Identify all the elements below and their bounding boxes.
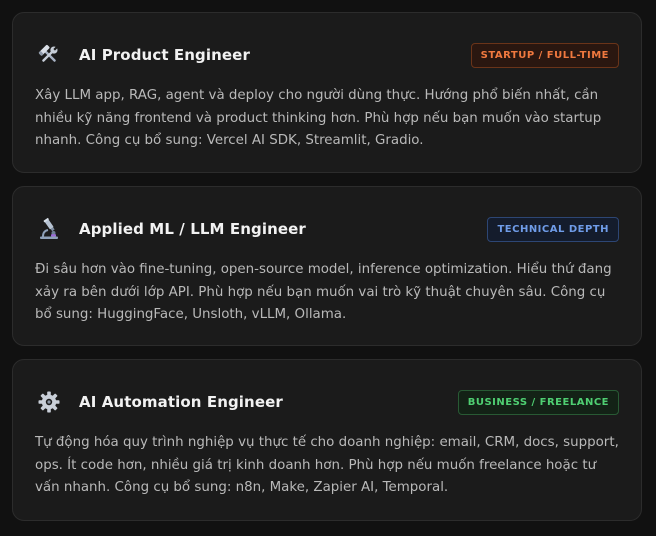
- career-card-ai-automation-engineer: AI Automation Engineer BUSINESS / FREELA…: [12, 359, 642, 521]
- microscope-icon: [35, 215, 63, 243]
- career-card-ai-product-engineer: AI Product Engineer STARTUP / FULL-TIME …: [12, 12, 642, 173]
- category-badge: STARTUP / FULL-TIME: [470, 42, 619, 68]
- card-description: Tự động hóa quy trình nghiệp vụ thực tế …: [35, 435, 619, 495]
- category-badge: TECHNICAL DEPTH: [487, 216, 619, 242]
- card-title: AI Product Engineer: [79, 46, 250, 64]
- gear-icon: [35, 388, 63, 416]
- card-description: Đi sâu hơn vào fine-tuning, open-source …: [35, 262, 612, 322]
- card-description: Xây LLM app, RAG, agent và deploy cho ng…: [35, 88, 602, 148]
- career-paths-list: AI Product Engineer STARTUP / FULL-TIME …: [0, 0, 656, 536]
- card-title: AI Automation Engineer: [79, 393, 283, 411]
- tools-icon: [35, 41, 63, 69]
- card-header: Applied ML / LLM Engineer TECHNICAL DEPT…: [35, 215, 619, 243]
- card-header: AI Product Engineer STARTUP / FULL-TIME: [35, 41, 619, 69]
- category-badge: BUSINESS / FREELANCE: [457, 389, 619, 415]
- card-header: AI Automation Engineer BUSINESS / FREELA…: [35, 388, 619, 416]
- career-card-applied-ml-llm-engineer: Applied ML / LLM Engineer TECHNICAL DEPT…: [12, 186, 642, 346]
- card-title: Applied ML / LLM Engineer: [79, 220, 306, 238]
